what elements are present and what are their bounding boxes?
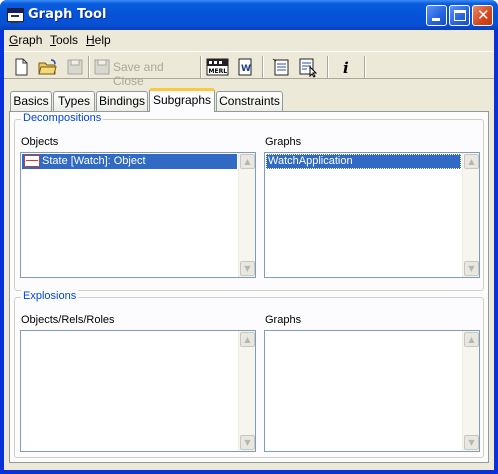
save-button[interactable]	[64, 56, 86, 78]
window-title: Graph Tool	[28, 7, 107, 22]
menu-help[interactable]: Help	[86, 33, 111, 47]
title-bar[interactable]: Graph Tool ✕	[0, 0, 498, 30]
scroll-down-button[interactable]: ▼	[240, 261, 255, 276]
scrollbar[interactable]: ▲ ▼	[238, 153, 255, 277]
menu-help-label: elp	[94, 33, 111, 47]
merl-button[interactable]: MERL	[205, 56, 231, 78]
new-icon	[15, 58, 28, 76]
explosion-graphs-label: Graphs	[265, 314, 302, 326]
scroll-up-button[interactable]: ▲	[464, 332, 479, 347]
explosions-title: Explosions	[21, 290, 79, 302]
word-report-button[interactable]: W	[234, 56, 256, 78]
graph-tool-window: Graph Tool ✕ Graph Tools Help Save and C…	[0, 0, 498, 474]
decompositions-title: Decompositions	[21, 112, 104, 124]
scroll-up-button[interactable]: ▲	[240, 154, 255, 169]
open-button[interactable]	[36, 56, 60, 78]
decomp-objects-list[interactable]: State [Watch]: Object ▲ ▼	[20, 152, 256, 278]
toolbar-separator	[88, 56, 90, 78]
toolbar-separator	[327, 56, 329, 78]
object-icon	[24, 155, 40, 167]
scroll-down-button[interactable]: ▼	[240, 435, 255, 450]
explosion-graphs-list[interactable]: ▲ ▼	[264, 330, 480, 452]
scroll-up-button[interactable]: ▲	[240, 332, 255, 347]
close-icon: ✕	[477, 6, 490, 24]
svg-text:W: W	[241, 64, 251, 74]
scrollbar[interactable]: ▲ ▼	[462, 331, 479, 451]
toolbar-separator	[262, 56, 264, 78]
list-item-label: State [Watch]: Object	[42, 155, 146, 167]
open-icon	[38, 59, 57, 75]
minimize-button[interactable]	[426, 5, 447, 26]
decomp-objects-label: Objects	[21, 136, 59, 148]
scroll-down-button[interactable]: ▼	[464, 435, 479, 450]
menu-graph-label: raph	[18, 33, 43, 47]
menu-tools[interactable]: Tools	[50, 33, 78, 47]
tab-basics[interactable]: Basics	[10, 91, 52, 111]
list-icon	[272, 58, 289, 76]
tab-types[interactable]: Types	[53, 91, 95, 111]
menu-help-mnemonic: H	[86, 33, 95, 47]
svg-text:MERL: MERL	[209, 68, 228, 75]
list-item[interactable]: WatchApplication	[266, 154, 461, 169]
select-list-button[interactable]	[297, 56, 321, 78]
scrollbar[interactable]: ▲ ▼	[462, 153, 479, 277]
list-button[interactable]	[270, 56, 294, 78]
list-item[interactable]: State [Watch]: Object	[22, 154, 237, 169]
decomp-graphs-label: Graphs	[265, 136, 302, 148]
maximize-button[interactable]	[449, 5, 470, 26]
list-item-label: WatchApplication	[268, 155, 353, 167]
scroll-down-button[interactable]: ▼	[464, 261, 479, 276]
tab-constraints[interactable]: Constraints	[216, 91, 283, 111]
scroll-up-button[interactable]: ▲	[464, 154, 479, 169]
close-button[interactable]: ✕	[472, 5, 493, 26]
tab-bindings[interactable]: Bindings	[96, 91, 148, 111]
minimize-icon	[432, 18, 440, 21]
toolbar: Save and Close MERL W i	[4, 51, 494, 88]
subgraphs-panel: Decompositions Objects Graphs State [Wat…	[9, 111, 489, 463]
select-list-icon	[299, 58, 318, 78]
tab-strip: Basics Types Bindings Subgraphs Constrai…	[4, 85, 494, 113]
decompositions-group: Decompositions Objects Graphs State [Wat…	[14, 112, 484, 291]
merl-icon: MERL	[206, 58, 229, 76]
menu-bar: Graph Tools Help	[4, 30, 494, 50]
menu-graph[interactable]: Graph	[9, 33, 42, 47]
app-icon	[7, 8, 24, 23]
new-button[interactable]	[10, 56, 32, 78]
decomp-graphs-list[interactable]: WatchApplication ▲ ▼	[264, 152, 480, 278]
toolbar-separator	[200, 56, 202, 78]
scrollbar[interactable]: ▲ ▼	[238, 331, 255, 451]
info-button[interactable]: i	[336, 56, 358, 78]
svg-text:i: i	[343, 59, 349, 77]
word-report-icon: W	[238, 58, 252, 76]
info-icon: i	[343, 59, 349, 77]
explosions-group: Explosions Objects/Rels/Roles Graphs ▲ ▼…	[14, 290, 484, 458]
explosion-objects-list[interactable]: ▲ ▼	[20, 330, 256, 452]
save-close-icon	[94, 59, 110, 75]
maximize-icon	[454, 10, 466, 21]
client-area: Graph Tools Help Save and Close MERL W i…	[4, 30, 494, 470]
save-close-button[interactable]: Save and Close	[92, 56, 196, 88]
toolbar-separator	[364, 56, 366, 78]
save-close-label: Save and Close	[113, 60, 164, 88]
menu-tools-label: ools	[56, 33, 79, 47]
explosion-objects-label: Objects/Rels/Roles	[21, 314, 115, 326]
tab-subgraphs[interactable]: Subgraphs	[149, 88, 215, 112]
save-icon	[67, 59, 83, 75]
menu-graph-mnemonic: G	[9, 33, 19, 47]
